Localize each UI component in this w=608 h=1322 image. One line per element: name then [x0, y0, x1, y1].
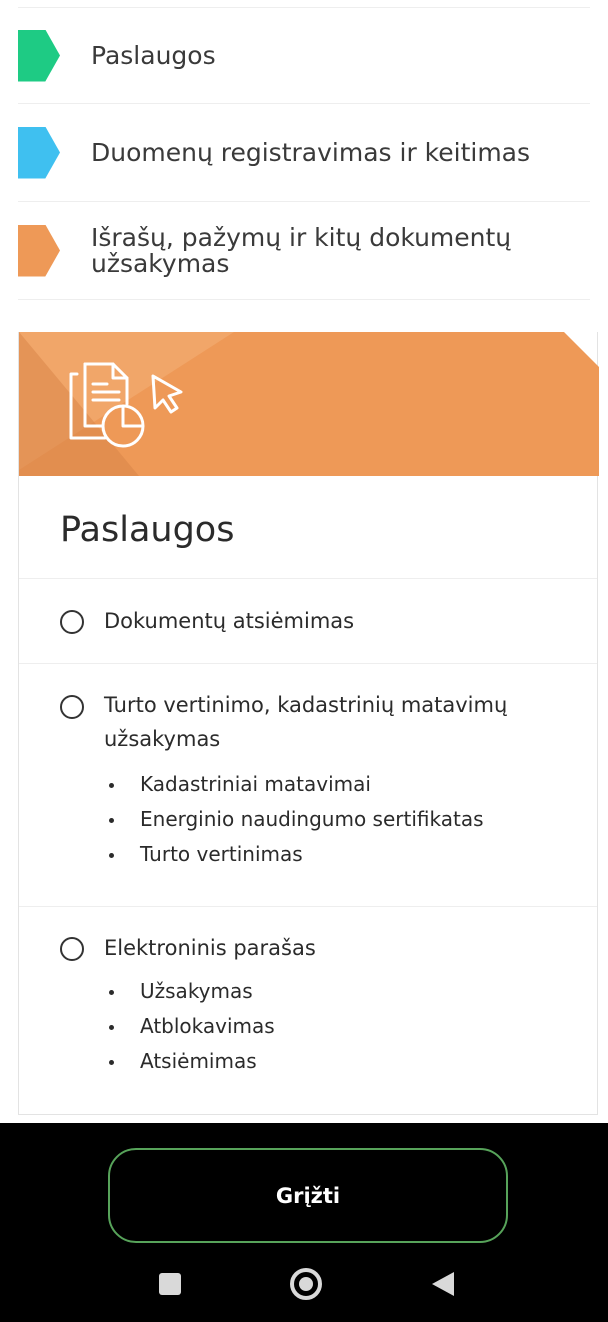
system-navigation	[0, 1268, 608, 1300]
option-label: Dokumentų atsiėmimas	[104, 609, 355, 633]
orange-marker-icon	[18, 224, 60, 277]
recents-icon[interactable]	[159, 1273, 181, 1295]
sub-list: Užsakymas Atblokavimas Atsiėmimas	[105, 974, 275, 1079]
list-item: Atsiėmimas	[105, 1044, 275, 1079]
services-card: Paslaugos Dokumentų atsiėmimas Turto ver…	[18, 332, 599, 1115]
list-item: Energinio naudingumo sertifikatas	[105, 802, 484, 837]
list-item: Užsakymas	[105, 974, 275, 1009]
radio-button[interactable]	[60, 610, 84, 634]
radio-button[interactable]	[60, 695, 84, 719]
nav-item-israsu-uzsakymas[interactable]: Išrašų, pažymų ir kitų dokumentų užsakym…	[18, 202, 590, 300]
option-dokumentu-atsiemimas[interactable]: Dokumentų atsiėmimas	[19, 579, 597, 664]
green-marker-icon	[18, 29, 60, 82]
card-banner	[19, 332, 599, 476]
nav-item-label: Išrašų, pažymų ir kitų dokumentų užsakym…	[91, 222, 512, 278]
option-label: Turto vertinimo, kadastrinių matavimų už…	[104, 693, 508, 751]
list-item: Kadastriniai matavimai	[105, 767, 484, 802]
list-item: Turto vertinimas	[105, 837, 484, 872]
nav-item-duomenu-registravimas[interactable]: Duomenų registravimas ir keitimas	[18, 104, 590, 202]
radio-button[interactable]	[60, 937, 84, 961]
back-icon[interactable]	[432, 1272, 454, 1296]
card-title: Paslaugos	[19, 476, 597, 579]
home-icon[interactable]	[290, 1268, 322, 1300]
bottom-bar: Grįžti	[0, 1123, 608, 1322]
nav-item-paslaugos[interactable]: Paslaugos	[18, 8, 590, 104]
sub-list: Kadastriniai matavimai Energinio nauding…	[105, 767, 484, 872]
nav-item-label: Duomenų registravimas ir keitimas	[91, 137, 531, 167]
option-label: Elektroninis parašas	[104, 936, 316, 960]
blue-marker-icon	[18, 126, 60, 179]
category-nav: Paslaugos Duomenų registravimas ir keiti…	[0, 8, 608, 300]
list-item: Atblokavimas	[105, 1009, 275, 1044]
back-button[interactable]: Grįžti	[108, 1148, 508, 1243]
nav-item-label: Paslaugos	[91, 40, 216, 70]
option-turto-vertinimas[interactable]: Turto vertinimo, kadastrinių matavimų už…	[19, 664, 597, 907]
document-chart-cursor-icon	[69, 362, 183, 448]
